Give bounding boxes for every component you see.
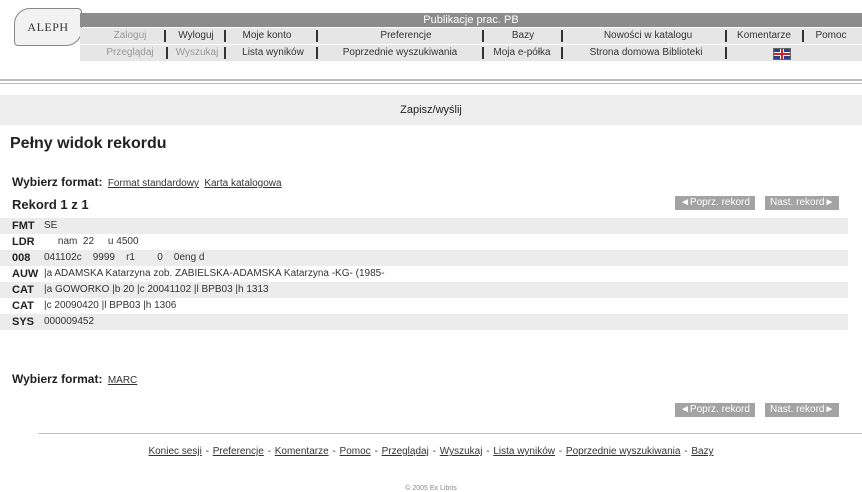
prev-record-button[interactable]: ◄Poprz. rekord <box>675 403 755 417</box>
format-label: Wybierz format: <box>12 175 103 189</box>
field-tag: CAT <box>12 284 34 296</box>
menu-separator <box>224 30 226 42</box>
footer-link-help[interactable]: Pomoc <box>340 446 371 457</box>
menu-separator <box>561 30 563 42</box>
menu-library-home[interactable]: Strona domowa Biblioteki <box>567 45 725 61</box>
menu-separator <box>482 30 484 42</box>
field-value: |c 20090420 |l BPB03 |h 1306 <box>44 300 177 311</box>
field-value: |a ADAMSKA Katarzyna zob. ZABIELSKA-ADAM… <box>44 268 385 279</box>
aleph-logo[interactable]: ALEPH <box>14 8 82 46</box>
header: ALEPH Publikacje prac. PB Zaloguj Wylogu… <box>0 0 862 64</box>
footer-link-databases[interactable]: Bazy <box>691 446 713 457</box>
field-value: |a GOWORKO |b 20 |c 20041102 |l BPB03 |h… <box>44 284 269 295</box>
menu-row-2: Przeglądaj Wyszukaj Lista wyników Poprze… <box>80 45 862 61</box>
format-selector-bottom: Wybierz format: MARC <box>12 372 137 386</box>
footer-divider <box>38 433 862 434</box>
field-tag: CAT <box>12 300 34 312</box>
menu-results-list[interactable]: Lista wyników <box>230 45 316 61</box>
menu-search[interactable]: Wyszukaj <box>172 45 222 61</box>
menu-databases[interactable]: Bazy <box>490 28 556 44</box>
field-row: CAT |c 20090420 |l BPB03 |h 1306 <box>0 298 848 314</box>
menu-login[interactable]: Zaloguj <box>100 28 160 44</box>
prev-record-button[interactable]: ◄Poprz. rekord <box>675 196 755 210</box>
menu-help[interactable]: Pomoc <box>806 28 856 44</box>
footer-link-previous-searches[interactable]: Poprzednie wyszukiwania <box>566 446 681 457</box>
field-value: 000009452 <box>44 316 95 327</box>
menu-separator <box>316 47 318 59</box>
header-divider <box>0 79 862 81</box>
field-tag: SYS <box>12 316 35 328</box>
menu-separator <box>725 30 727 42</box>
format-selector-top: Wybierz format: Format standardowy Karta… <box>12 175 282 189</box>
header-divider <box>0 83 862 84</box>
menu-separator <box>224 47 226 59</box>
menu-separator <box>164 30 166 42</box>
format-catalog-card-link[interactable]: Karta katalogowa <box>204 178 281 189</box>
menu-language[interactable] <box>770 45 794 66</box>
field-tag: AUW <box>12 268 39 280</box>
menu-previous-searches[interactable]: Poprzednie wyszukiwania <box>324 45 476 61</box>
menu-separator <box>725 47 727 59</box>
format-label: Wybierz format: <box>12 372 103 386</box>
menu-separator <box>561 47 563 59</box>
footer-link-results-list[interactable]: Lista wyników <box>493 446 555 457</box>
field-value: SE <box>44 220 58 231</box>
format-marc-link[interactable]: MARC <box>108 375 137 386</box>
footer-link-end-session[interactable]: Koniec sesji <box>148 446 201 457</box>
uk-flag-icon[interactable] <box>773 48 791 60</box>
footer-link-browse[interactable]: Przeglądaj <box>382 446 429 457</box>
footer-link-search[interactable]: Wyszukaj <box>440 446 483 457</box>
footer-link-preferences[interactable]: Preferencje <box>213 446 264 457</box>
field-tag: FMT <box>12 220 35 232</box>
menu-comments[interactable]: Komentarze <box>730 28 798 44</box>
menu-separator <box>482 47 484 59</box>
format-standard-link[interactable]: Format standardowy <box>108 178 199 189</box>
footer-links: Koniec sesji - Preferencje - Komentarze … <box>148 446 714 457</box>
menu-new-in-catalog[interactable]: Nowości w katalogu <box>569 28 727 44</box>
menu-browse[interactable]: Przeglądaj <box>96 45 164 61</box>
field-value: 041102c 9999 r1 0 0eng d <box>44 252 205 263</box>
menu-separator <box>316 30 318 42</box>
field-row: SYS 000009452 <box>0 314 848 330</box>
menu-logout[interactable]: Wyloguj <box>172 28 220 44</box>
next-record-button[interactable]: Nast. rekord► <box>765 196 840 210</box>
menu-preferences[interactable]: Preferencje <box>324 28 488 44</box>
field-row: 008 041102c 9999 r1 0 0eng d <box>0 250 848 266</box>
app-title: Publikacje prac. PB <box>423 14 519 26</box>
menu-my-account[interactable]: Moje konto <box>232 28 302 44</box>
field-row: AUW |a ADAMSKA Katarzyna zob. ZABIELSKA-… <box>0 266 848 282</box>
menu-separator <box>166 47 168 59</box>
field-tag: 008 <box>12 252 31 264</box>
next-record-button[interactable]: Nast. rekord► <box>765 403 840 417</box>
page-title: Pełny widok rekordu <box>10 135 167 152</box>
footer-link-comments[interactable]: Komentarze <box>275 446 329 457</box>
save-send-link[interactable]: Zapisz/wyślij <box>400 104 462 116</box>
save-send-bar: Zapisz/wyślij <box>0 95 862 125</box>
field-row: CAT |a GOWORKO |b 20 |c 20041102 |l BPB0… <box>0 282 848 298</box>
record-fields-table: FMT SE LDR nam 22 u 4500 008 041102c 999… <box>0 218 848 330</box>
menu-e-shelf[interactable]: Moja e-półka <box>486 45 558 61</box>
menu-separator <box>802 30 804 42</box>
title-bar: Publikacje prac. PB <box>80 13 862 27</box>
field-tag: LDR <box>12 236 35 248</box>
menu-row-1: Zaloguj Wyloguj Moje konto Preferencje B… <box>80 28 862 44</box>
field-value: nam 22 u 4500 <box>44 236 139 247</box>
record-count: Rekord 1 z 1 <box>12 197 89 212</box>
field-row: LDR nam 22 u 4500 <box>0 234 848 250</box>
field-row: FMT SE <box>0 218 848 234</box>
